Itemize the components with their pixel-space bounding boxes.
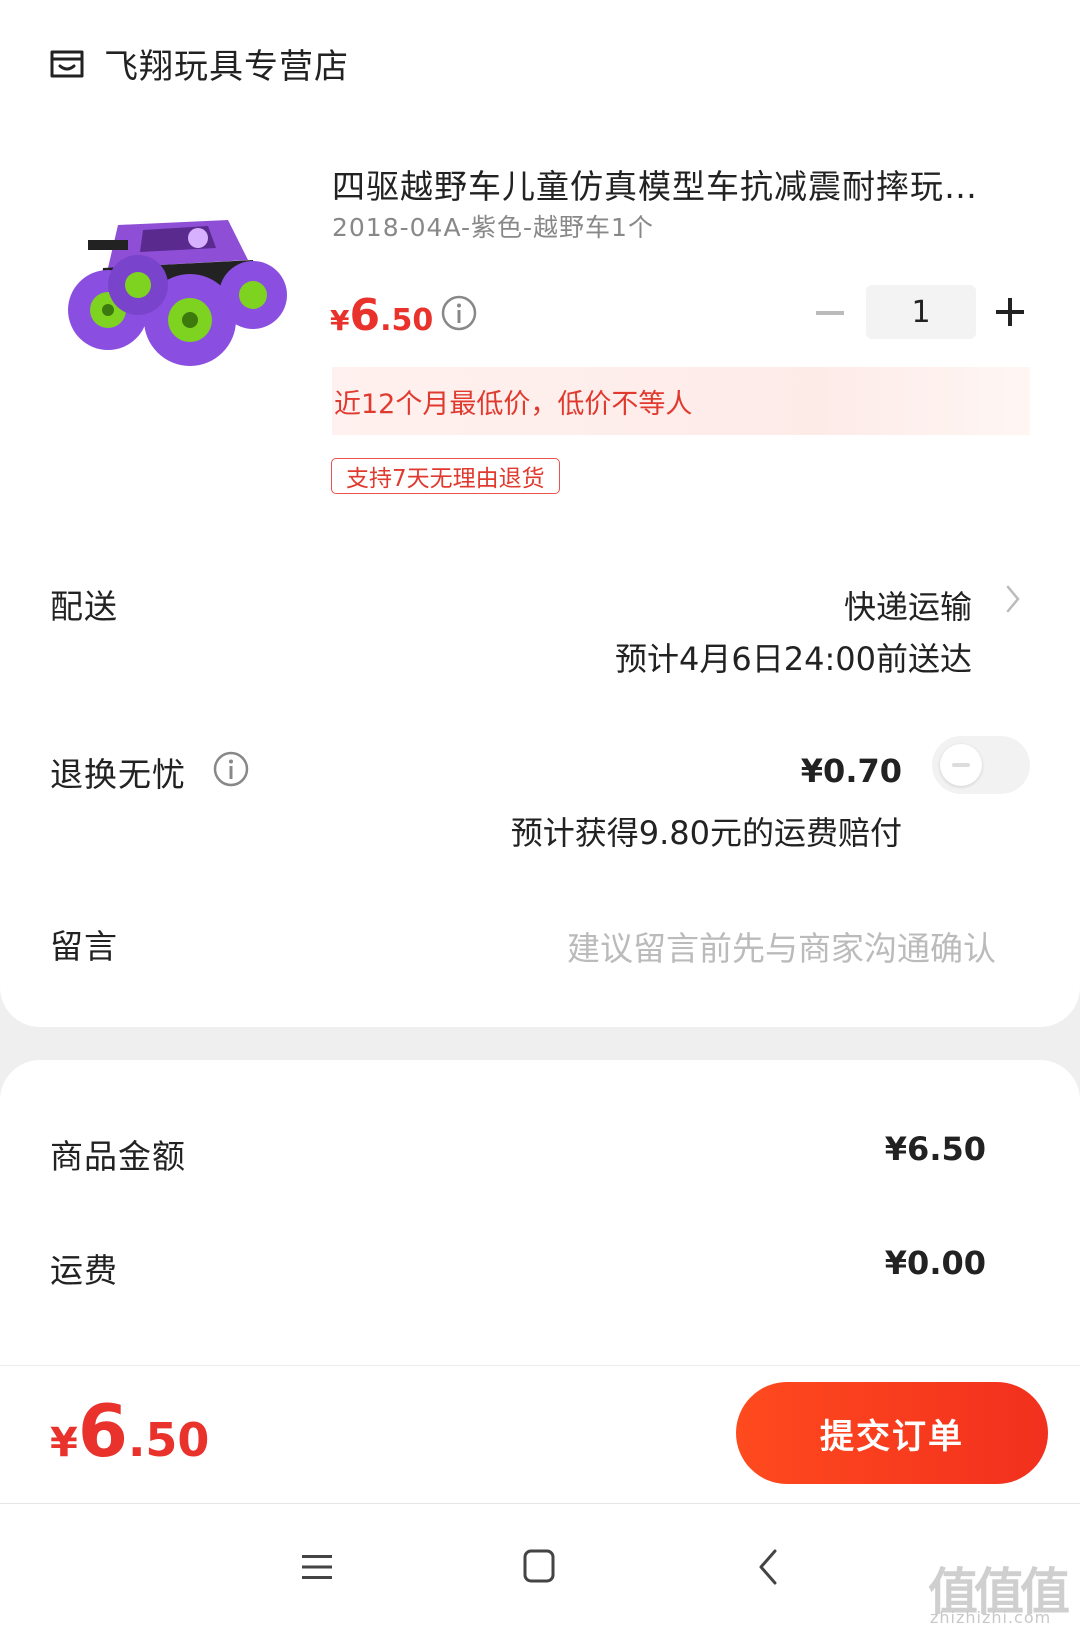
product-image[interactable]	[48, 190, 298, 380]
delivery-label: 配送	[50, 587, 118, 626]
product-spec[interactable]: 2018-04A-紫色-越野车1个	[332, 208, 654, 244]
order-total: ¥ 6 .50	[50, 1395, 209, 1467]
price-currency: ¥	[330, 304, 350, 337]
store-name: 飞翔玩具专营店	[104, 46, 349, 87]
quantity-decrease-button[interactable]	[810, 298, 850, 328]
quantity-increase-button[interactable]	[992, 294, 1028, 330]
refund-insurance-label: 退换无忧	[50, 755, 186, 794]
refund-insurance-price: ¥0.70	[800, 752, 902, 790]
delivery-method[interactable]: 快递运输	[844, 582, 972, 628]
order-card: 飞翔玩具专营店 四驱越野车儿童仿真模型车抗减震耐摔玩… 2018-04A-紫色-…	[0, 0, 1080, 1027]
lowest-price-banner: 近12个月最低价，低价不等人	[332, 367, 1030, 435]
shipping-fee-value: ¥0.00	[884, 1244, 986, 1282]
goods-amount-value: ¥6.50	[884, 1130, 986, 1168]
delivery-eta: 预计4月6日24:00前送达	[615, 640, 972, 678]
refund-insurance-toggle[interactable]	[932, 736, 1030, 794]
refund-info-icon[interactable]	[212, 750, 250, 788]
total-currency: ¥	[50, 1420, 78, 1466]
shipping-fee-label: 运费	[50, 1251, 118, 1290]
price-decimal: .50	[380, 303, 434, 338]
return-policy-tag: 支持7天无理由退货	[331, 458, 560, 494]
back-icon[interactable]	[756, 1548, 780, 1586]
submit-order-button[interactable]: 提交订单	[736, 1382, 1048, 1484]
watermark-url: zhizhizhi.com	[930, 1608, 1052, 1627]
watermark: 值值值 zhizhizhi.com	[928, 1552, 1074, 1627]
refund-insurance-note: 预计获得9.80元的运费赔付	[510, 814, 902, 852]
message-input[interactable]: 建议留言前先与商家沟通确认	[567, 922, 996, 970]
goods-amount-label: 商品金额	[50, 1137, 186, 1176]
menu-icon[interactable]	[300, 1552, 334, 1582]
chevron-right-icon[interactable]	[1004, 584, 1022, 614]
product-title[interactable]: 四驱越野车儿童仿真模型车抗减震耐摔玩…	[332, 160, 1022, 208]
price-integer: 6	[349, 290, 381, 341]
system-nav-bar	[0, 1503, 1080, 1633]
total-integer: 6	[77, 1389, 128, 1473]
toggle-knob	[940, 744, 982, 786]
quantity-input[interactable]: 1	[866, 285, 976, 339]
price-summary-card: 商品金额 ¥6.50 运费 ¥0.00	[0, 1060, 1080, 1380]
message-label: 留言	[50, 927, 118, 966]
price-info-icon[interactable]	[440, 294, 478, 332]
home-icon[interactable]	[522, 1548, 556, 1584]
total-decimal: .50	[127, 1413, 210, 1467]
store-header[interactable]: 飞翔玩具专营店	[48, 38, 349, 88]
store-icon	[50, 50, 84, 78]
product-price: ¥ 6 .50	[330, 290, 433, 341]
